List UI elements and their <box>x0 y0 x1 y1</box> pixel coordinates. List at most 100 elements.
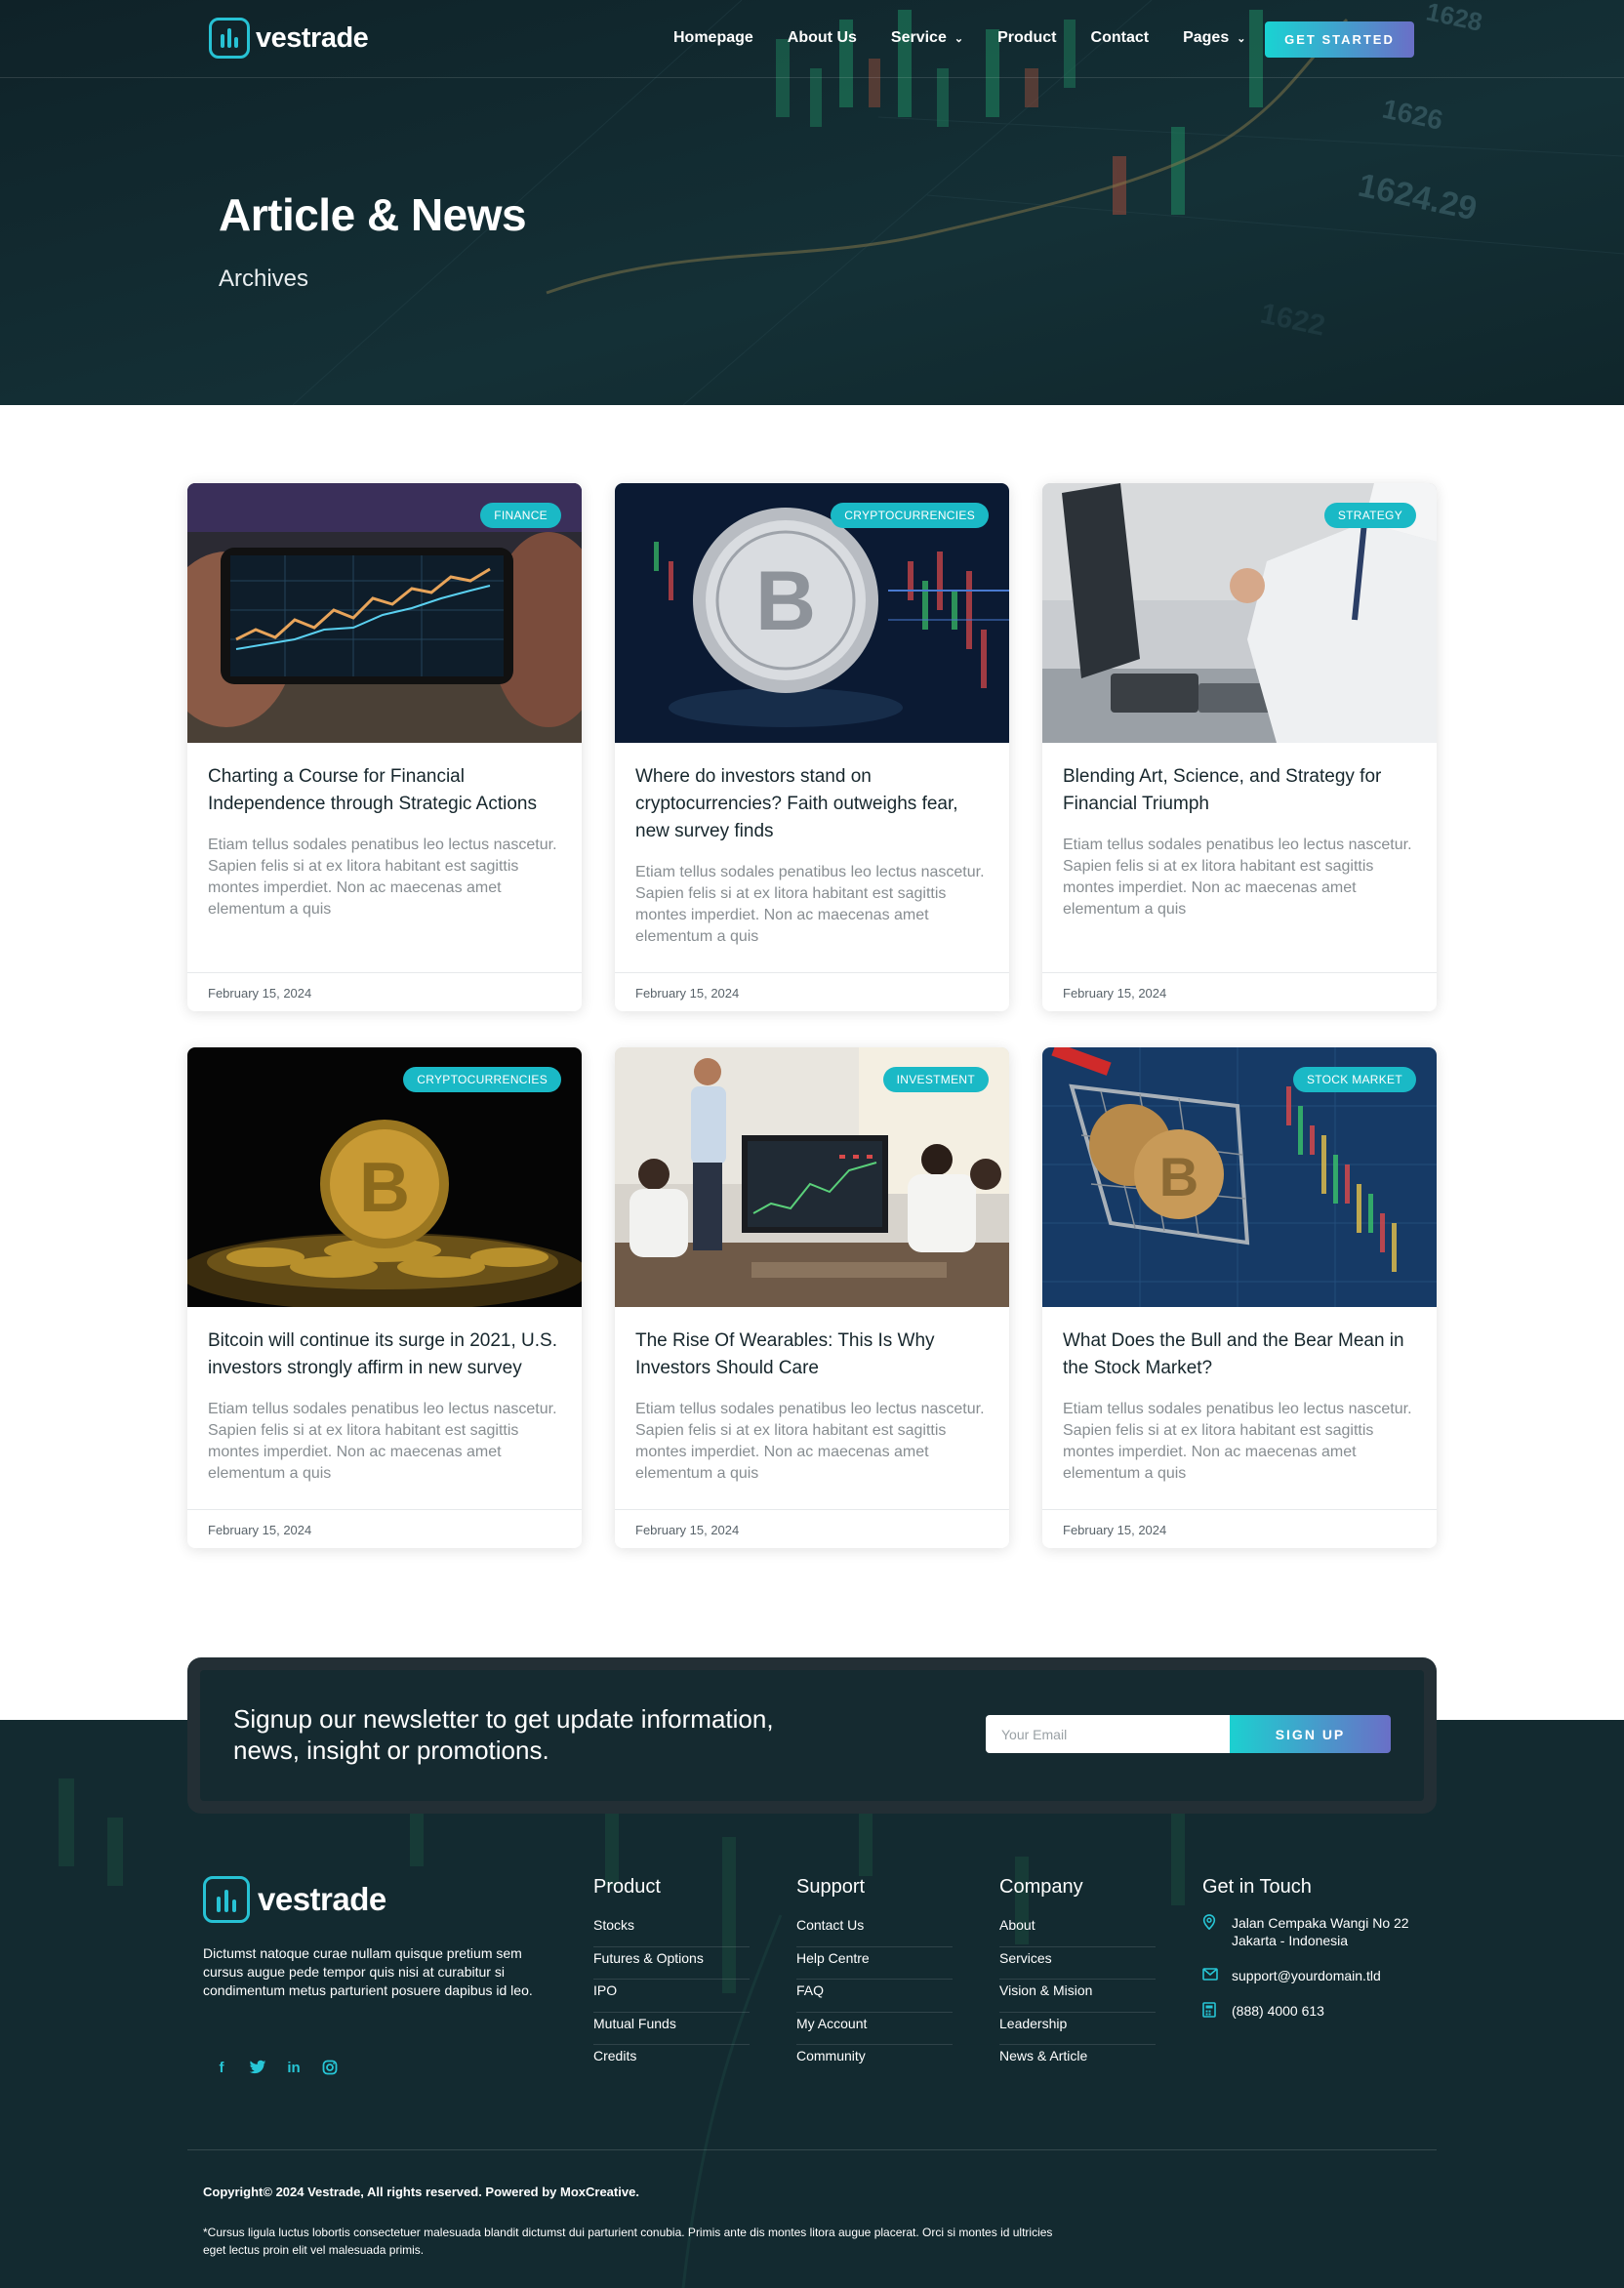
article-title[interactable]: Where do investors stand on cryptocurren… <box>635 763 992 845</box>
category-badge[interactable]: FINANCE <box>480 503 561 528</box>
nav-item-product[interactable]: Product <box>997 29 1056 47</box>
article-date: February 15, 2024 <box>635 986 740 1001</box>
category-badge[interactable]: CRYPTOCURRENCIES <box>831 503 989 528</box>
footer-link-help-centre[interactable]: Help Centre <box>796 1947 953 1980</box>
mail-icon <box>1202 1967 1218 1984</box>
map-pin-icon <box>1202 1914 1218 1949</box>
get-started-button[interactable]: GET STARTED <box>1265 21 1414 58</box>
article-excerpt: Etiam tellus sodales penatibus leo lectu… <box>208 837 557 918</box>
footer-link-credits[interactable]: Credits <box>593 2045 750 2078</box>
article-card[interactable]: B CRYPTOCURRENCIES Bitcoin will continue… <box>187 1047 582 1548</box>
category-badge[interactable]: STOCK MARKET <box>1292 1067 1416 1092</box>
footer-link-about[interactable]: About <box>999 1914 1156 1947</box>
footer-link-my-account[interactable]: My Account <box>796 2013 953 2045</box>
footer-link-futures-options[interactable]: Futures & Options <box>593 1947 750 1980</box>
category-badge[interactable]: INVESTMENT <box>882 1067 989 1092</box>
instagram-icon[interactable] <box>320 2058 340 2077</box>
footer-link-faq[interactable]: FAQ <box>796 1980 953 2013</box>
nav-item-pages[interactable]: Pages ⌄ <box>1183 29 1245 47</box>
social-links: f in <box>212 2058 340 2077</box>
footer-link-mutual-funds[interactable]: Mutual Funds <box>593 2013 750 2045</box>
copyright-text: Copyright© 2024 Vestrade, All rights res… <box>203 2185 639 2199</box>
footer-column-title: Company <box>999 1876 1083 1898</box>
footer-link-vision-mision[interactable]: Vision & Mision <box>999 1980 1156 2013</box>
linkedin-icon[interactable]: in <box>284 2058 304 2077</box>
nav-label: Product <box>997 29 1057 46</box>
phone-icon <box>1202 2002 1218 2022</box>
nav-label: About Us <box>787 29 857 46</box>
article-excerpt: Etiam tellus sodales penatibus leo lectu… <box>208 1401 557 1482</box>
article-card[interactable]: INVESTMENT The Rise Of Wearables: This I… <box>615 1047 1009 1548</box>
sign-up-button[interactable]: SIGN UP <box>1230 1715 1391 1753</box>
twitter-icon[interactable] <box>248 2058 267 2077</box>
email-input[interactable] <box>986 1715 1230 1753</box>
article-image-silver-bitcoin[interactable]: B CRYPTOCURRENCIES <box>615 483 1009 743</box>
article-image-meeting-presentation[interactable]: INVESTMENT <box>615 1047 1009 1307</box>
brand-name: vestrade <box>256 21 369 54</box>
logo-chart-icon <box>203 1876 250 1923</box>
article-title[interactable]: The Rise Of Wearables: This Is Why Inves… <box>635 1328 992 1382</box>
newsletter-banner: Signup our newsletter to get update info… <box>187 1657 1437 1814</box>
article-date: February 15, 2024 <box>1063 986 1167 1001</box>
footer-column-contact: Get in Touch Jalan Cempaka Wangi No 22 J… <box>1202 1876 1437 2039</box>
article-image-gold-bitcoin[interactable]: B CRYPTOCURRENCIES <box>187 1047 582 1307</box>
article-footer: February 15, 2024 <box>1042 1509 1437 1548</box>
article-date: February 15, 2024 <box>208 1523 312 1537</box>
brand-logo[interactable]: vestrade <box>209 18 369 59</box>
nav-item-service[interactable]: Service ⌄ <box>891 29 963 47</box>
article-title[interactable]: Bitcoin will continue its surge in 2021,… <box>208 1328 564 1382</box>
facebook-icon[interactable]: f <box>212 2058 231 2077</box>
article-excerpt: Etiam tellus sodales penatibus leo lectu… <box>1063 837 1412 918</box>
nav-item-contact[interactable]: Contact <box>1091 29 1150 47</box>
footer-link-stocks[interactable]: Stocks <box>593 1914 750 1947</box>
article-image-coins-shopping-cart[interactable]: B STOCK MARKET <box>1042 1047 1437 1307</box>
footer-link-leadership[interactable]: Leadership <box>999 2013 1156 2045</box>
nav-label: Contact <box>1090 29 1150 46</box>
article-card[interactable]: FINANCE Charting a Course for Financial … <box>187 483 582 1011</box>
article-footer: February 15, 2024 <box>1042 972 1437 1011</box>
top-navbar: vestrade Homepage About Us Service ⌄ Prod… <box>0 0 1624 78</box>
article-card[interactable]: B CRYPTOCURRENCIES Where do investors st… <box>615 483 1009 1011</box>
contact-phone[interactable]: (888) 4000 613 <box>1202 2002 1437 2022</box>
article-footer: February 15, 2024 <box>187 1509 582 1548</box>
main-menu: Homepage About Us Service ⌄ Product Conta… <box>673 29 1245 47</box>
newsletter-text: Signup our newsletter to get update info… <box>233 1704 774 1765</box>
footer-column-title: Get in Touch <box>1202 1876 1312 1898</box>
contact-email[interactable]: support@yourdomain.tld <box>1202 1967 1437 1984</box>
article-card[interactable]: B STOCK MARKET What Does the Bull and th… <box>1042 1047 1437 1548</box>
article-title[interactable]: Blending Art, Science, and Strategy for … <box>1063 763 1419 818</box>
article-excerpt: Etiam tellus sodales penatibus leo lectu… <box>1063 1401 1412 1482</box>
footer-link-services[interactable]: Services <box>999 1947 1156 1980</box>
contact-address: Jalan Cempaka Wangi No 22 Jakarta - Indo… <box>1202 1914 1437 1949</box>
article-image-businessman-desk[interactable]: STRATEGY <box>1042 483 1437 743</box>
category-badge[interactable]: STRATEGY <box>1323 503 1416 528</box>
footer-link-community[interactable]: Community <box>796 2045 953 2078</box>
newsletter-panel: Signup our newsletter to get update info… <box>200 1670 1424 1801</box>
footer-link-contact-us[interactable]: Contact Us <box>796 1914 953 1947</box>
footer-column-product: Product Stocks Futures & Options IPO Mut… <box>593 1876 750 2078</box>
article-title[interactable]: Charting a Course for Financial Independ… <box>208 763 564 818</box>
article-card[interactable]: STRATEGY Blending Art, Science, and Stra… <box>1042 483 1437 1011</box>
article-footer: February 15, 2024 <box>615 972 1009 1011</box>
article-footer: February 15, 2024 <box>187 972 582 1011</box>
category-badge[interactable]: CRYPTOCURRENCIES <box>403 1067 561 1092</box>
footer-divider <box>187 2149 1437 2150</box>
nav-item-homepage[interactable]: Homepage <box>673 29 753 47</box>
nav-label: Service <box>890 29 947 46</box>
contact-email-text: support@yourdomain.tld <box>1232 1968 1381 1983</box>
article-excerpt: Etiam tellus sodales penatibus leo lectu… <box>635 864 985 945</box>
disclaimer-text: *Cursus ligula luctus lobortis consectet… <box>203 2226 1053 2257</box>
footer-column-title: Support <box>796 1876 866 1898</box>
footer-link-ipo[interactable]: IPO <box>593 1980 750 2013</box>
nav-item-about-us[interactable]: About Us <box>788 29 857 47</box>
page-title: Article & News <box>219 189 527 240</box>
footer-logo[interactable]: vestrade <box>203 1876 386 1923</box>
article-date: February 15, 2024 <box>1063 1523 1167 1537</box>
contact-phone-text: (888) 4000 613 <box>1232 2003 1324 2019</box>
footer-column-company: Company About Services Vision & Mision L… <box>999 1876 1156 2078</box>
footer-link-news-article[interactable]: News & Article <box>999 2045 1156 2078</box>
article-date: February 15, 2024 <box>208 986 312 1001</box>
svg-text:B: B <box>1159 1146 1198 1207</box>
article-image-phone-chart[interactable]: FINANCE <box>187 483 582 743</box>
article-title[interactable]: What Does the Bull and the Bear Mean in … <box>1063 1328 1419 1382</box>
